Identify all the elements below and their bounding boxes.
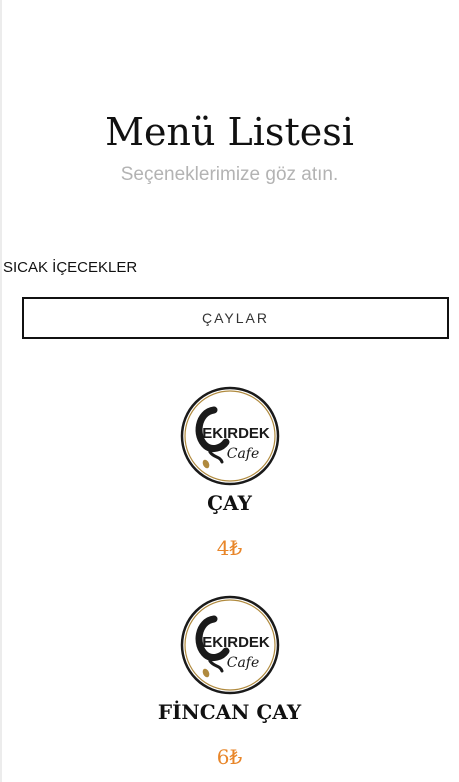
category-tab-label: ÇAYLAR xyxy=(202,310,269,326)
menu-item-name: FİNCAN ÇAY xyxy=(157,700,302,724)
logo-text: EKIRDEK xyxy=(202,634,270,651)
menu-item-name: ÇAY xyxy=(207,491,252,515)
section-heading-hot-drinks: SICAK İÇECEKLER xyxy=(3,259,138,276)
logo-script-text: Cafe xyxy=(227,446,260,462)
menu-item: EKIRDEK Cafe ÇAY 4₺ xyxy=(0,384,459,564)
logo-script-text: Cafe xyxy=(227,655,260,671)
logo-text: EKIRDEK xyxy=(202,425,270,442)
menu-item: EKIRDEK Cafe FİNCAN ÇAY 6₺ xyxy=(0,593,459,773)
cekirdek-cafe-logo: EKIRDEK Cafe xyxy=(180,595,280,695)
category-tab-teas[interactable]: ÇAYLAR xyxy=(22,297,449,339)
page-title: Menü Listesi xyxy=(105,110,354,154)
menu-item-price: 4₺ xyxy=(216,536,243,560)
menu-item-price: 6₺ xyxy=(216,745,243,769)
cekirdek-cafe-logo: EKIRDEK Cafe xyxy=(180,386,280,486)
page-subtitle: Seçeneklerimize göz atın. xyxy=(120,164,339,185)
